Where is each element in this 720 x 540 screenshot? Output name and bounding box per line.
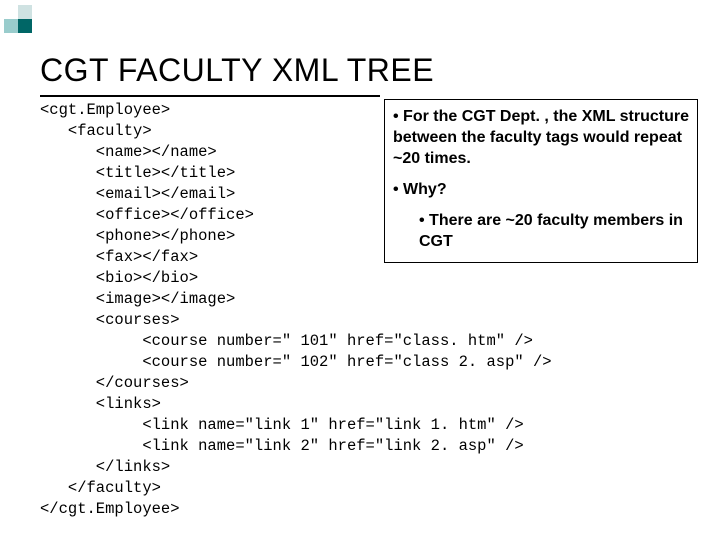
note-line-1: • For the CGT Dept. , the XML structure …: [393, 106, 689, 169]
deco-square: [18, 19, 32, 33]
xml-line: <cgt.Employee>: [40, 101, 170, 119]
xml-line: </courses>: [40, 374, 189, 392]
note-line-2: • Why?: [393, 179, 689, 200]
xml-line: <course number=" 102" href="class 2. asp…: [40, 353, 552, 371]
xml-line: <image></image>: [40, 290, 235, 308]
xml-line: </cgt.Employee>: [40, 500, 180, 518]
xml-line: <office></office>: [40, 206, 254, 224]
xml-line: <course number=" 101" href="class. htm" …: [40, 332, 533, 350]
xml-line: <title></title>: [40, 164, 235, 182]
xml-line: <link name="link 1" href="link 1. htm" /…: [40, 416, 524, 434]
xml-line: </links>: [40, 458, 170, 476]
xml-line: <bio></bio>: [40, 269, 198, 287]
xml-line: <name></name>: [40, 143, 217, 161]
xml-line: <link name="link 2" href="link 2. asp" /…: [40, 437, 524, 455]
xml-line: <faculty>: [40, 122, 152, 140]
annotation-box: • For the CGT Dept. , the XML structure …: [384, 99, 698, 263]
corner-decoration: [2, 5, 42, 35]
deco-square: [4, 19, 18, 33]
deco-square: [18, 5, 32, 19]
xml-line: </faculty>: [40, 479, 161, 497]
xml-line: <links>: [40, 395, 161, 413]
xml-line: <courses>: [40, 311, 180, 329]
slide-title: CGT FACULTY XML TREE: [40, 52, 434, 89]
title-underline: [40, 95, 380, 97]
xml-line: <fax></fax>: [40, 248, 198, 266]
note-line-3: • There are ~20 faculty members in CGT: [419, 210, 689, 252]
xml-line: <phone></phone>: [40, 227, 235, 245]
xml-line: <email></email>: [40, 185, 235, 203]
